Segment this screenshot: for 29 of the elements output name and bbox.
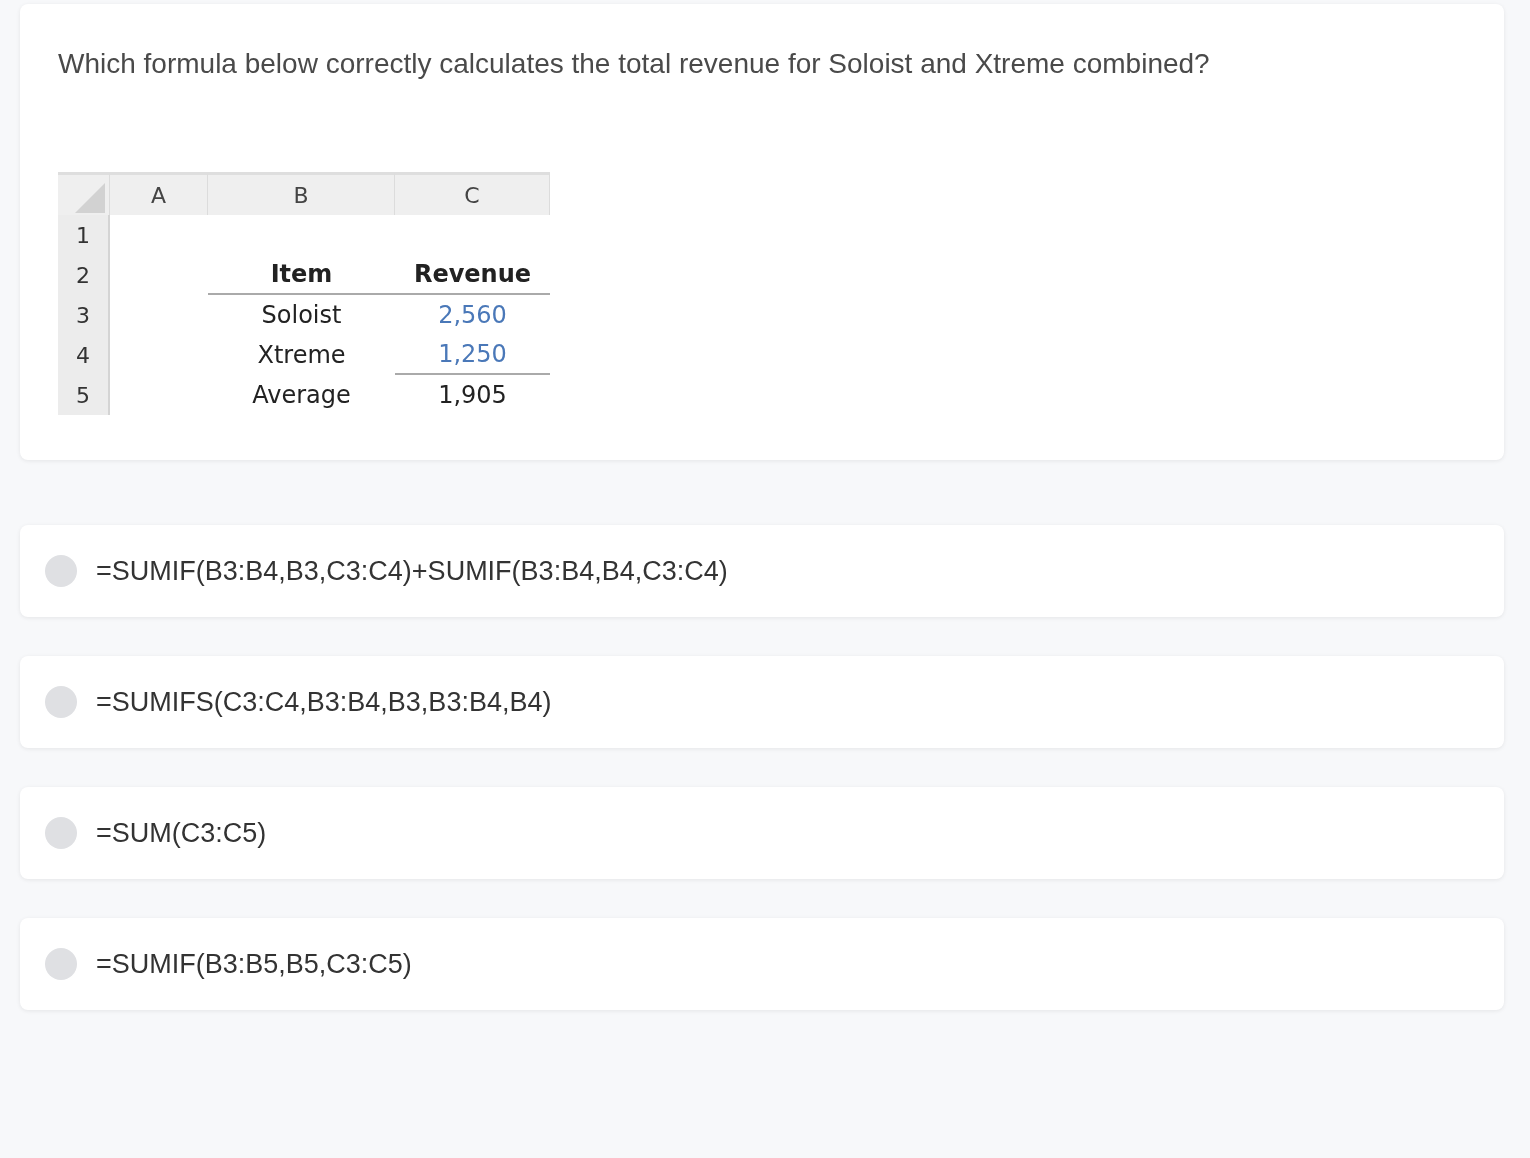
row-number: 1 xyxy=(58,215,110,255)
row-number: 5 xyxy=(58,375,110,415)
answer-option[interactable]: =SUMIF(B3:B4,B3,C3:C4)+SUMIF(B3:B4,B4,C3:C4) xyxy=(20,525,1504,617)
table-cell: Soloist xyxy=(261,301,342,329)
table-cell: Average xyxy=(252,381,351,409)
table-cell: 1,250 xyxy=(438,340,507,368)
answer-text: =SUMIF(B3:B4,B3,C3:C4)+SUMIF(B3:B4,B4,C3:C4) xyxy=(96,555,728,587)
table-cell: 2,560 xyxy=(438,301,507,329)
table-cell: Item xyxy=(270,260,333,288)
table-cell: Xtreme xyxy=(257,341,346,369)
question-text: Which formula below correctly calculates the total revenue for Soloist and Xtreme combined? xyxy=(58,48,1211,80)
table-cell: Revenue xyxy=(413,260,532,288)
radio-button[interactable] xyxy=(45,686,77,718)
answer-option[interactable]: =SUMIF(B3:B5,B5,C3:C5) xyxy=(20,918,1504,1010)
radio-button[interactable] xyxy=(45,948,77,980)
column-header: A xyxy=(110,172,208,215)
radio-button[interactable] xyxy=(45,817,77,849)
column-header: B xyxy=(208,172,395,215)
row-number: 4 xyxy=(58,335,110,375)
answer-option[interactable]: =SUMIFS(C3:C4,B3:B4,B3,B3:B4,B4) xyxy=(20,656,1504,748)
answer-text: =SUMIFS(C3:C4,B3:B4,B3,B3:B4,B4) xyxy=(96,686,552,718)
table-cell: 1,905 xyxy=(438,381,507,409)
answer-option[interactable]: =SUM(C3:C5) xyxy=(20,787,1504,879)
radio-button[interactable] xyxy=(45,555,77,587)
answer-text: =SUMIF(B3:B5,B5,C3:C5) xyxy=(96,948,412,980)
column-header: C xyxy=(395,172,550,215)
row-number: 3 xyxy=(58,295,110,335)
row-number: 2 xyxy=(58,255,110,295)
answer-text: =SUM(C3:C5) xyxy=(96,817,267,849)
